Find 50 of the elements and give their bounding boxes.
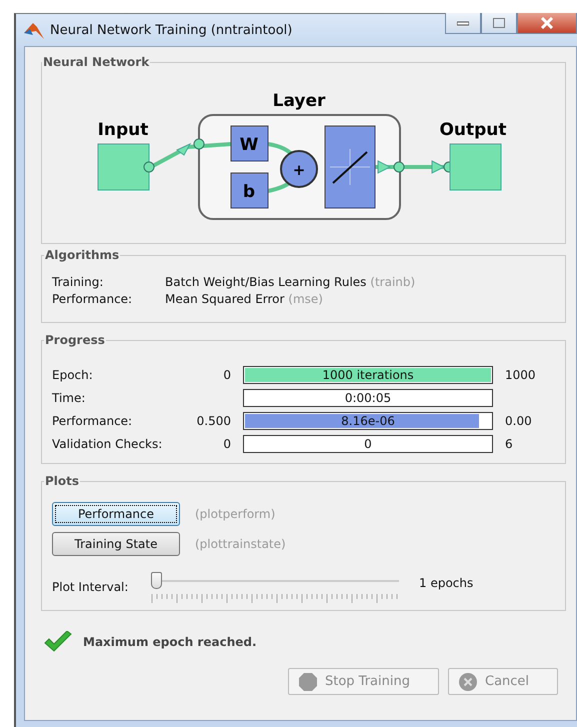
close-button[interactable] [517, 13, 577, 34]
cancel-icon [459, 672, 477, 690]
input-node [98, 144, 150, 190]
layer-label: Layer [272, 91, 326, 111]
app-logo-icon [24, 21, 44, 39]
maximize-button[interactable] [481, 13, 517, 34]
minimum-value: 0.500 [196, 414, 231, 428]
field-label: Validation Checks: [52, 436, 164, 450]
group-title: Algorithms [44, 248, 120, 262]
field-label: Performance: [52, 414, 134, 428]
group-title: Neural Network [42, 55, 150, 69]
status-message: Maximum epoch reached. [83, 635, 257, 649]
function-hint: (plottrainstate) [195, 537, 286, 551]
window-title: Neural Network Training (nntraintool) [50, 22, 292, 38]
output-node [450, 144, 502, 190]
readout-field: 0 [243, 434, 493, 452]
function-hint: (plotperform) [195, 507, 276, 521]
maximize-icon [493, 18, 505, 28]
sum-node: + [280, 150, 318, 188]
tick-marks-icon [151, 594, 399, 604]
field-label: Time: [52, 390, 86, 404]
field-value: Mean Squared Error (mse) [165, 291, 324, 308]
maximum-value: 6 [505, 436, 514, 450]
field-label: Epoch: [52, 368, 94, 382]
minimum-value: 0 [222, 368, 231, 382]
minimum-value: 0 [222, 436, 231, 450]
field-label: Training: [52, 274, 104, 291]
plot-button[interactable]: Performance [52, 502, 180, 526]
slider-label: Plot Interval: [52, 580, 130, 594]
minimize-icon [457, 20, 469, 26]
maximum-value: 1000 [505, 368, 537, 382]
slider-thumb[interactable] [151, 572, 162, 589]
progress-bar: 8.16e-06 [243, 412, 493, 430]
minimize-button[interactable] [445, 13, 481, 34]
weight-block: W [230, 126, 268, 162]
maximum-value: 0.00 [505, 414, 533, 428]
field-label: Performance: [52, 291, 134, 308]
stop-icon [299, 672, 317, 690]
field-value: Batch Weight/Bias Learning Rules (trainb) [165, 274, 416, 291]
output-label: Output [439, 120, 507, 140]
progress-bar: 1000 iterations [243, 366, 493, 384]
checkmark-icon [43, 631, 73, 653]
group-title: Plots [44, 474, 80, 488]
bias-block: b [230, 172, 268, 208]
readout-field: 0:00:05 [243, 388, 493, 406]
slider-value: 1 epochs [419, 576, 474, 590]
close-icon [540, 17, 554, 29]
plot-button[interactable]: Training State [52, 532, 180, 556]
input-label: Input [98, 120, 148, 140]
group-title: Progress [44, 333, 106, 347]
